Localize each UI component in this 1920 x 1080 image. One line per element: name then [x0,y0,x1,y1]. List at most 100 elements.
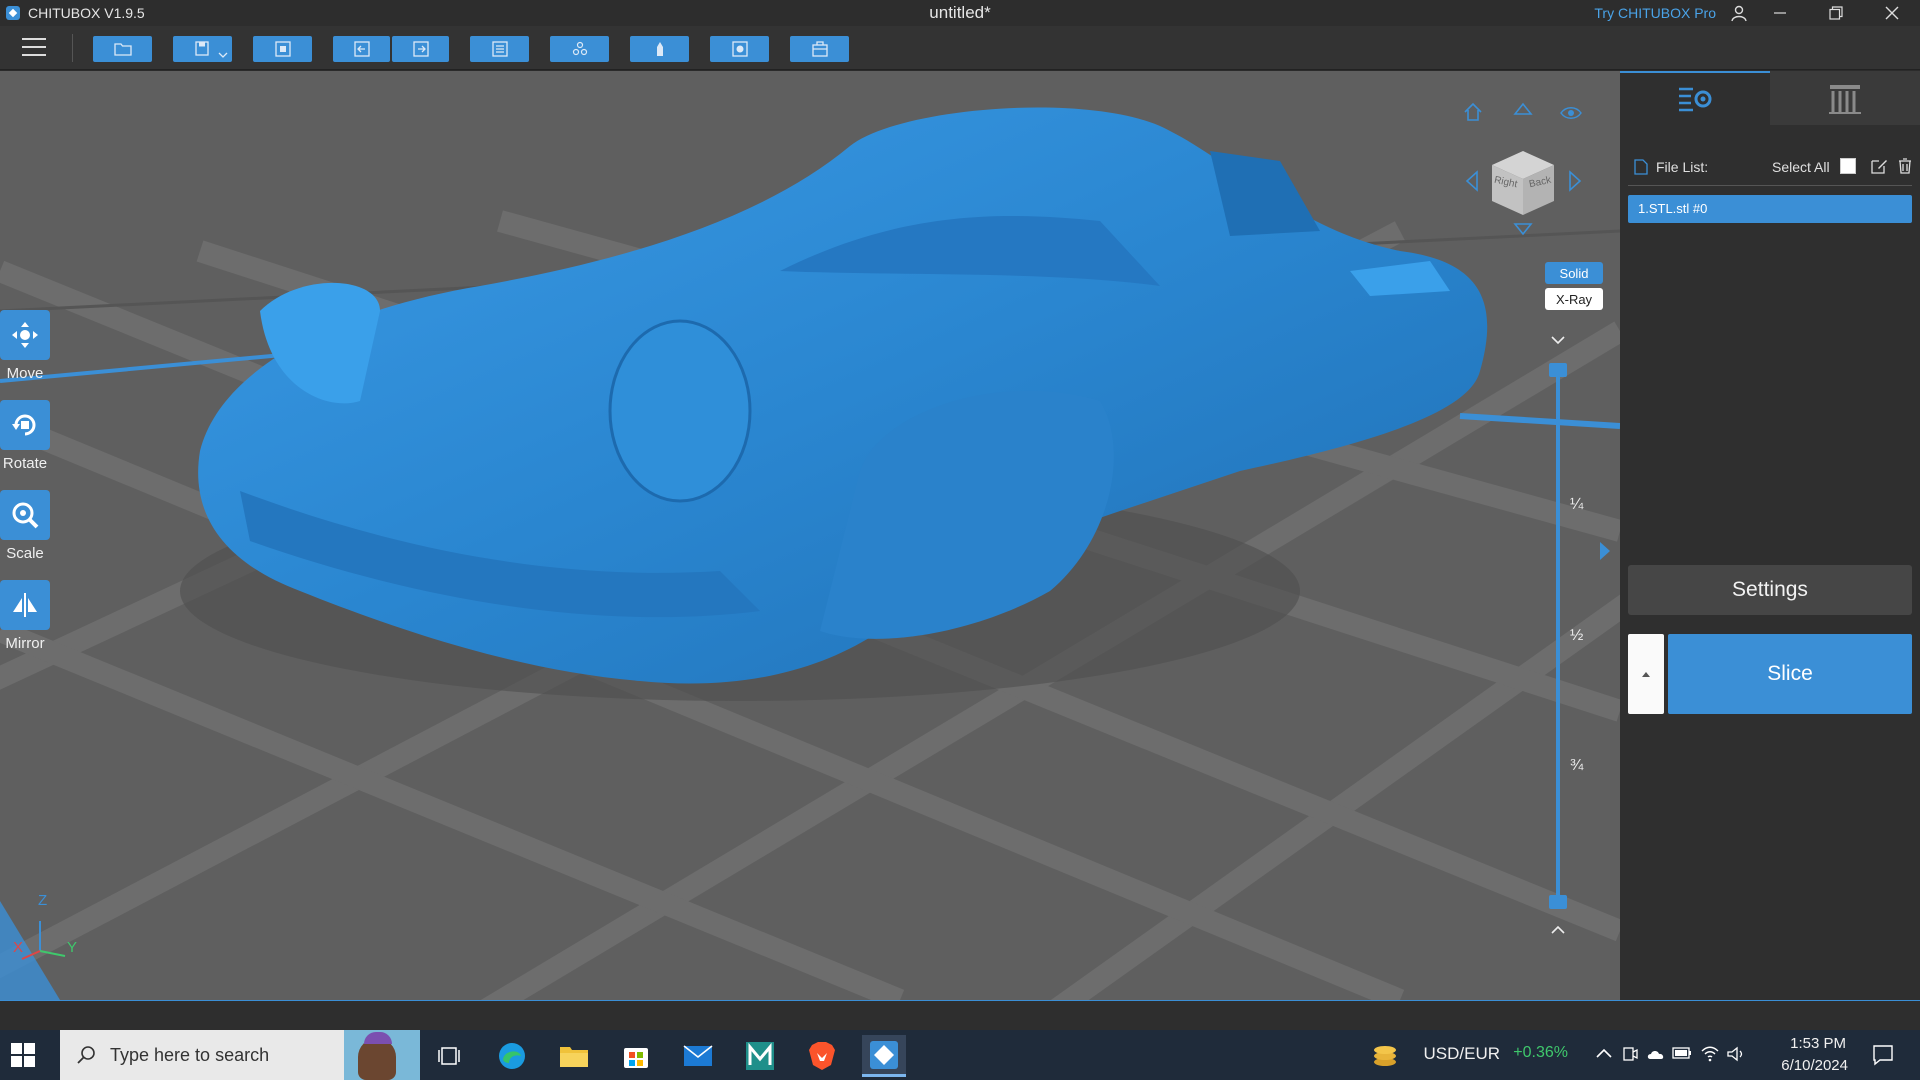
file-list-item[interactable]: 1.STL.stl #0 [1628,195,1912,223]
solid-mode-button[interactable]: Solid [1545,262,1603,284]
panel-collapse-arrow-icon[interactable] [1598,540,1612,562]
settings-button[interactable]: Settings [1628,565,1912,615]
select-all-checkbox[interactable] [1840,158,1856,174]
arrange-icon [572,41,587,56]
export-icon [274,41,291,57]
hollow-button[interactable] [630,36,689,62]
close-button[interactable] [1864,0,1920,26]
rotate-icon [12,414,36,436]
view-bottom-arrow-icon[interactable] [1512,221,1534,239]
layout-button[interactable] [470,36,529,62]
try-pro-link[interactable]: Try CHITUBOX Pro [1594,5,1716,21]
store-icon [624,1048,648,1068]
mirror-button[interactable] [0,580,50,630]
tab-model-settings[interactable] [1620,71,1770,125]
clock-date[interactable]: 6/10/2024 [1781,1057,1848,1074]
file-explorer-app[interactable] [552,1035,596,1077]
file-explorer-icon [560,1047,588,1067]
tab-supports[interactable] [1770,71,1920,125]
trash-icon[interactable] [1896,157,1914,175]
redo-button[interactable] [392,36,449,62]
microsoft-store-app[interactable] [614,1035,658,1077]
chevron-down-icon[interactable] [218,50,228,60]
mail-app[interactable] [676,1035,720,1077]
minimize-icon [1774,12,1786,14]
search-placeholder: Type here to search [110,1044,270,1065]
task-view-button[interactable] [428,1035,472,1077]
undo-button[interactable] [333,36,390,62]
move-icon [12,322,38,348]
open-file-button[interactable] [93,36,152,62]
scale-button[interactable] [0,490,50,540]
slider-down-chevron-icon[interactable] [1551,335,1565,345]
brave-icon [809,1042,835,1070]
title-bar: CHITUBOX V1.9.5 untitled* Try CHITUBOX P… [0,0,1920,26]
layout-icon [491,41,508,57]
restore-button[interactable] [1808,0,1864,26]
ticker-coins-icon [1374,1046,1396,1066]
view-left-arrow-icon[interactable] [1462,169,1480,193]
layer-slider-top-handle[interactable] [1549,363,1567,377]
home-view-icon[interactable] [1462,101,1484,123]
mirror-icon [13,593,37,617]
brave-app[interactable] [800,1035,844,1077]
windows-start-icon[interactable] [10,1042,36,1068]
scale-label: Scale [6,545,44,562]
drain-hole-icon [731,41,748,57]
rotate-button[interactable] [0,400,50,450]
xray-mode-button[interactable]: X-Ray [1545,288,1603,310]
undo-icon [353,41,370,57]
wifi-icon[interactable] [1700,1044,1720,1062]
windows-taskbar: Type here to search USD/EUR +0.36% 1:53 … [0,1030,1920,1080]
onedrive-icon[interactable] [1646,1045,1666,1063]
z-axis-label: Z [38,892,48,909]
rotate-tool[interactable]: Rotate [0,400,50,472]
redo-icon [412,41,429,57]
export-button[interactable] [253,36,312,62]
layer-slider-bottom-handle[interactable] [1549,895,1567,909]
hamburger-menu-button[interactable] [22,38,46,58]
save-button[interactable] [173,36,232,62]
move-button[interactable] [0,310,50,360]
view-top-arrow-icon[interactable] [1512,99,1534,117]
user-icon[interactable] [1730,4,1748,22]
edit-icon[interactable] [1870,157,1888,175]
battery-icon[interactable] [1672,1046,1692,1060]
view-right-arrow-icon[interactable] [1567,169,1585,193]
meet-now-icon[interactable] [1622,1045,1638,1063]
mirror-label: Mirror [5,635,45,652]
ticker-symbol[interactable]: USD/EUR [1423,1044,1500,1064]
move-tool[interactable]: Move [0,310,50,382]
slider-half-label: ½ [1570,627,1584,644]
search-highlight-image [344,1030,420,1080]
clock-time[interactable]: 1:53 PM [1790,1035,1846,1052]
chitubox-icon [870,1040,898,1069]
meshmixer-icon [746,1042,774,1070]
drain-hole-button[interactable] [710,36,769,62]
3d-viewport[interactable]: Z Y X Move Rotate Scale Mirror Right Bac… [0,71,1620,1000]
ticker-change: +0.36% [1513,1044,1568,1061]
chitubox-logo-icon [6,6,20,20]
meshmixer-app[interactable] [738,1035,782,1077]
eye-icon[interactable] [1560,105,1582,121]
notifications-icon[interactable] [1872,1044,1894,1066]
layer-slider-track[interactable] [1556,372,1560,904]
taskbar-search-box[interactable]: Type here to search [60,1030,420,1080]
slider-up-chevron-icon[interactable] [1551,925,1565,935]
close-icon [1885,6,1899,20]
edge-app[interactable] [490,1035,534,1077]
minimize-button[interactable] [1752,0,1808,26]
support-button[interactable] [790,36,849,62]
scale-tool[interactable]: Scale [0,490,50,562]
right-panel: File List: Select All 1.STL.stl #0 Setti… [1620,71,1920,1000]
task-view-icon [438,1047,460,1065]
show-hidden-icons-chevron-icon[interactable] [1596,1048,1612,1058]
mirror-tool[interactable]: Mirror [0,580,50,652]
slice-options-button[interactable] [1628,634,1664,714]
slice-button[interactable]: Slice [1668,634,1912,714]
arrange-button[interactable] [550,36,609,62]
hollow-icon [656,42,663,56]
scale-icon [12,502,39,529]
volume-icon[interactable] [1726,1045,1746,1063]
chitubox-app[interactable] [862,1035,906,1077]
